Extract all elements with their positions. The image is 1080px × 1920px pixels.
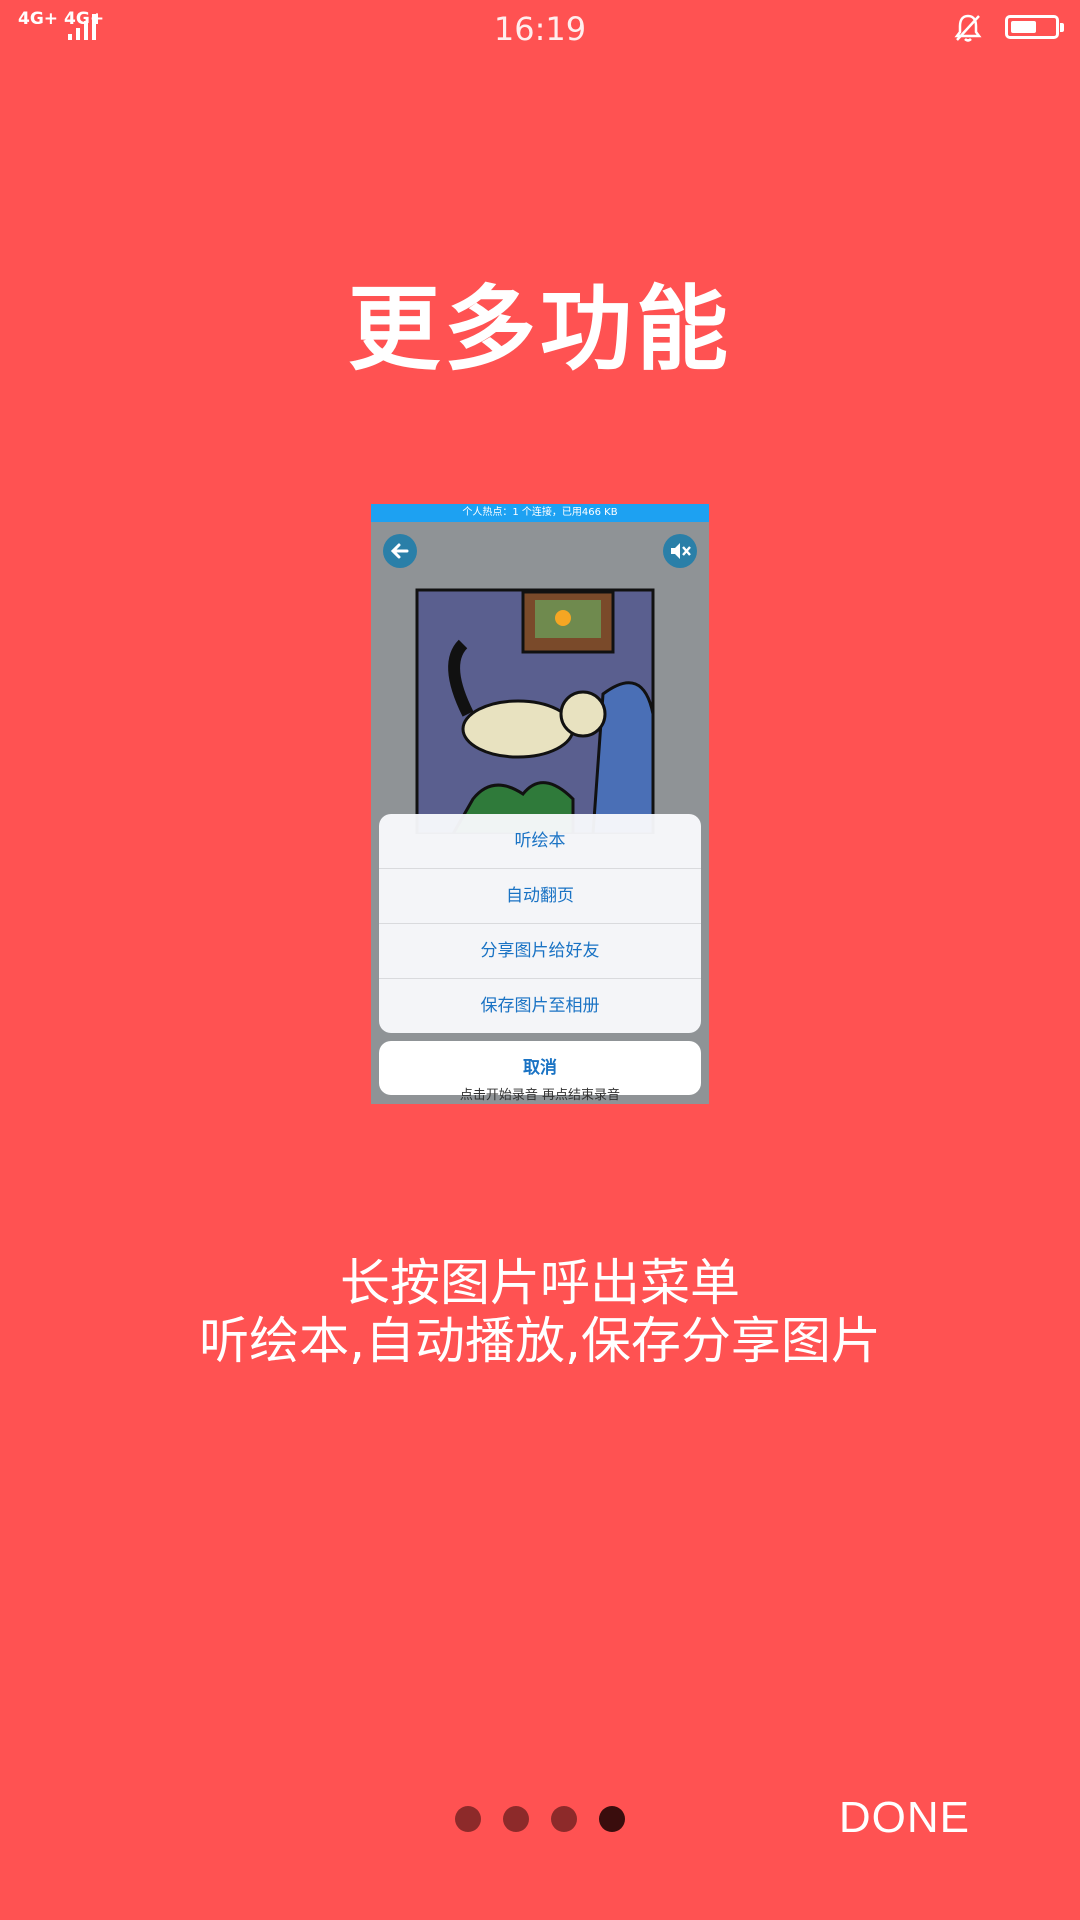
bell-muted-icon	[954, 14, 982, 42]
action-sheet: 听绘本 自动翻页 分享图片给好友 保存图片至相册	[379, 814, 701, 1033]
feature-preview-image: 个人热点：1 个连接，已用466 KB 听绘本 自动翻页 分享图片给好友 保存图…	[371, 504, 709, 1104]
recording-caption: 点击开始录音 再点结束录音	[459, 1088, 621, 1103]
feature-description: 长按图片呼出菜单 听绘本,自动播放,保存分享图片	[0, 1254, 1080, 1370]
menu-item-save: 保存图片至相册	[480, 996, 600, 1016]
menu-item-listen: 听绘本	[379, 814, 701, 869]
status-time: 16:19	[493, 10, 587, 48]
hotspot-banner: 个人热点：1 个连接，已用466 KB	[371, 504, 709, 522]
menu-cancel: 取消	[379, 1041, 701, 1095]
done-button[interactable]: DONE	[839, 1793, 970, 1843]
page-title: 更多功能	[347, 276, 732, 383]
description-line-2: 听绘本,自动播放,保存分享图片	[199, 1312, 881, 1370]
menu-item-auto-page: 自动翻页	[379, 869, 701, 924]
back-arrow-icon	[383, 534, 417, 568]
status-bar: 4G+ 4G+ 16:19	[0, 0, 1080, 60]
page-dot-1	[455, 1806, 481, 1832]
page-dot-4	[599, 1806, 625, 1832]
menu-item-share: 分享图片给好友	[379, 924, 701, 979]
mute-icon	[663, 534, 697, 568]
battery-icon	[1005, 15, 1064, 39]
description-line-1: 长按图片呼出菜单	[340, 1254, 740, 1312]
page-dot-2	[503, 1806, 529, 1832]
page-dot-3	[551, 1806, 577, 1832]
picture-book-illustration	[415, 588, 655, 834]
